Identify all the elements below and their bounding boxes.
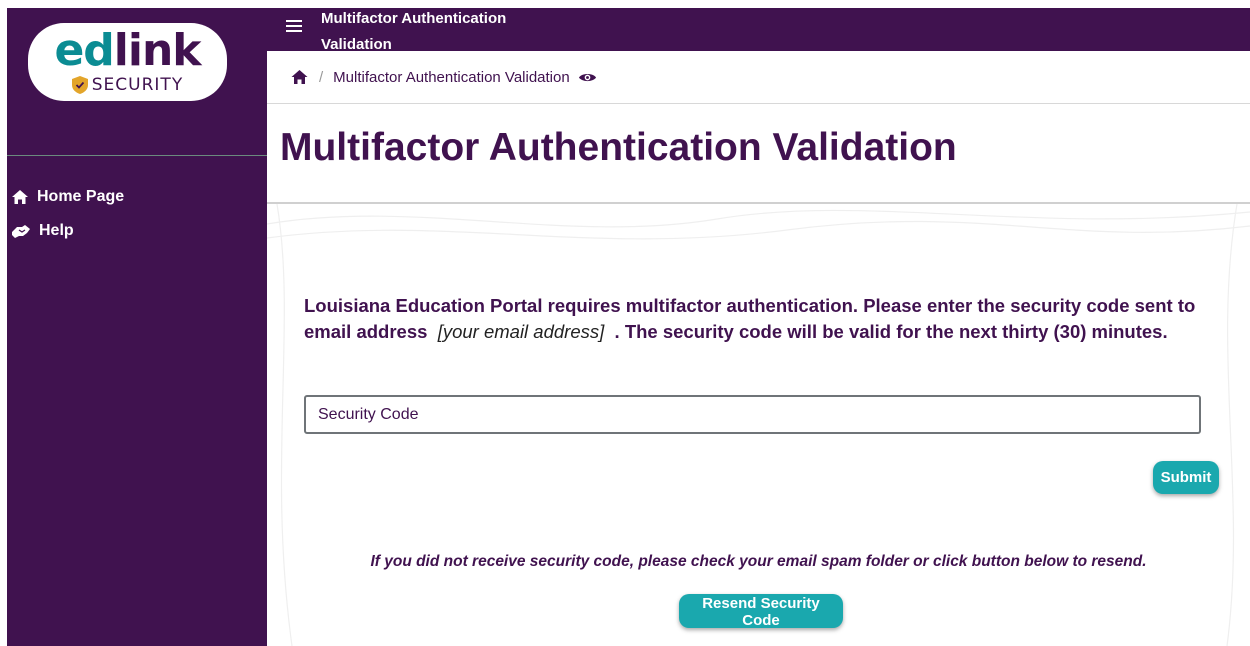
home-icon[interactable] bbox=[290, 69, 309, 85]
eye-icon[interactable] bbox=[578, 71, 597, 84]
breadcrumb-separator: / bbox=[319, 68, 324, 86]
edlink-security-logo[interactable]: edlink SECURITY bbox=[28, 23, 227, 101]
sidebar-item-home-page[interactable]: Home Page bbox=[7, 180, 267, 214]
sidebar-item-label: Home Page bbox=[37, 188, 125, 205]
page-header: Multifactor Authentication Validation bbox=[267, 104, 1250, 204]
logo-word-ed: ed bbox=[54, 25, 114, 76]
sidebar-item-help[interactable]: Help bbox=[7, 214, 267, 248]
submit-button[interactable]: Submit bbox=[1153, 461, 1219, 494]
logo-wordmark: edlink bbox=[28, 27, 227, 75]
logo-word-link: link bbox=[113, 25, 202, 76]
page-title: Multifactor Authentication Validation bbox=[280, 126, 957, 169]
security-code-input[interactable] bbox=[304, 395, 1201, 434]
resend-security-code-button[interactable]: Resend Security Code bbox=[679, 594, 843, 629]
main-content: Louisiana Education Portal requires mult… bbox=[267, 204, 1250, 646]
top-bar: Multifactor Authentication Validation bbox=[267, 8, 1250, 53]
shield-icon bbox=[71, 76, 88, 94]
sidebar-nav: Home Page Help bbox=[7, 180, 267, 248]
sidebar: edlink SECURITY Home Page Help bbox=[7, 8, 267, 646]
email-address-text: [your email address] bbox=[437, 321, 605, 342]
handshake-icon bbox=[12, 225, 30, 238]
home-icon bbox=[12, 190, 28, 204]
breadcrumb: / Multifactor Authentication Validation bbox=[267, 51, 1250, 104]
logo-subtitle-text: SECURITY bbox=[91, 75, 184, 95]
mfa-instruction-text: Louisiana Education Portal requires mult… bbox=[304, 293, 1204, 345]
sidebar-item-label: Help bbox=[39, 222, 74, 239]
hamburger-menu-icon[interactable] bbox=[286, 20, 302, 36]
logo-subtitle: SECURITY bbox=[28, 75, 227, 95]
sidebar-divider bbox=[7, 155, 267, 156]
resend-note: If you did not receive security code, pl… bbox=[370, 553, 1147, 570]
breadcrumb-current: Multifactor Authentication Validation bbox=[333, 68, 570, 86]
instruction-part-2: . The security code will be valid for th… bbox=[614, 321, 1168, 342]
